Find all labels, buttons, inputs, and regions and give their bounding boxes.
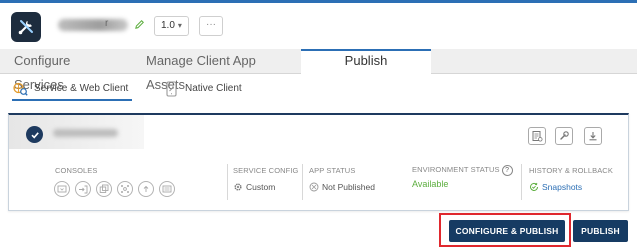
- snapshots-link[interactable]: Snapshots: [529, 182, 582, 192]
- tab-configure-services[interactable]: Configure Services: [2, 49, 132, 92]
- consoles-label: CONSOLES: [55, 166, 98, 175]
- pencil-icon[interactable]: [134, 19, 145, 30]
- download-button[interactable]: [584, 127, 602, 145]
- console-login-icon[interactable]: [75, 181, 91, 197]
- gear-icon: [234, 183, 242, 191]
- service-select-checkbox[interactable]: [26, 126, 43, 143]
- column-divider: [521, 164, 522, 200]
- column-divider: [227, 164, 228, 200]
- sub-tab-bar: Service & Web Client Native Client: [0, 76, 637, 101]
- column-divider: [302, 164, 303, 200]
- service-card-header: [9, 115, 628, 151]
- console-network-icon[interactable]: [117, 181, 133, 197]
- environment-status-label: ENVIRONMENT STATUS?: [412, 165, 513, 176]
- app-status-value: Not Published: [309, 182, 375, 192]
- settings-button[interactable]: [555, 127, 573, 145]
- configure-publish-button[interactable]: CONFIGURE & PUBLISH: [449, 220, 565, 242]
- environment-status-label-text: ENVIRONMENT STATUS: [412, 165, 500, 174]
- subtab-native-client-label: Native Client: [185, 83, 242, 94]
- status-icon: [309, 182, 319, 192]
- publish-button[interactable]: PUBLISH: [573, 220, 628, 242]
- native-client-icon: [166, 80, 177, 97]
- main-tab-bar: Configure Services Manage Client App Ass…: [0, 49, 637, 92]
- app-name-suffix: r: [105, 18, 109, 29]
- tab-manage-client-app-assets[interactable]: Manage Client App Assets: [134, 49, 300, 92]
- service-config-value[interactable]: Custom: [233, 182, 275, 192]
- subtab-native-client[interactable]: Native Client: [165, 76, 242, 101]
- document-icon: [532, 131, 543, 142]
- version-value: 1.0: [161, 20, 175, 31]
- service-name-redacted: [53, 129, 118, 137]
- check-icon: [30, 131, 39, 139]
- chevron-down-icon: ▾: [177, 21, 182, 30]
- app-name-redacted: [58, 19, 128, 31]
- service-card: CONSOLES SERVICE CONFIG Custom APP STATU…: [8, 113, 629, 211]
- top-accent-bar: [0, 0, 637, 3]
- service-config-text: Custom: [246, 182, 276, 192]
- console-web-icon[interactable]: [54, 181, 70, 197]
- subtab-service-web-client-label: Service & Web Client: [34, 83, 129, 94]
- tools-icon: [18, 20, 33, 35]
- document-button[interactable]: [528, 127, 546, 145]
- more-options-button[interactable]: ···: [199, 16, 223, 36]
- subtab-service-web-client[interactable]: Service & Web Client: [12, 76, 133, 101]
- app-logo: [11, 12, 41, 42]
- console-copy-icon[interactable]: [96, 181, 112, 197]
- history-rollback-label: HISTORY & ROLLBACK: [529, 166, 613, 175]
- version-dropdown[interactable]: 1.0 ▾: [154, 16, 189, 36]
- tab-publish[interactable]: Publish: [301, 49, 431, 74]
- app-status-text: Not Published: [322, 182, 375, 192]
- snapshots-text: Snapshots: [542, 182, 583, 192]
- service-web-client-icon: [13, 82, 28, 96]
- help-icon[interactable]: ?: [501, 165, 513, 176]
- app-status-label: APP STATUS: [309, 166, 356, 175]
- environment-status-value: Available: [412, 179, 449, 189]
- console-icons: [54, 181, 175, 197]
- wrench-icon: [560, 131, 569, 140]
- service-config-label: SERVICE CONFIG: [233, 166, 299, 175]
- console-server-icon[interactable]: [159, 181, 175, 197]
- download-icon: [589, 132, 597, 141]
- console-upload-icon[interactable]: [138, 181, 154, 197]
- snapshot-icon: [530, 182, 538, 191]
